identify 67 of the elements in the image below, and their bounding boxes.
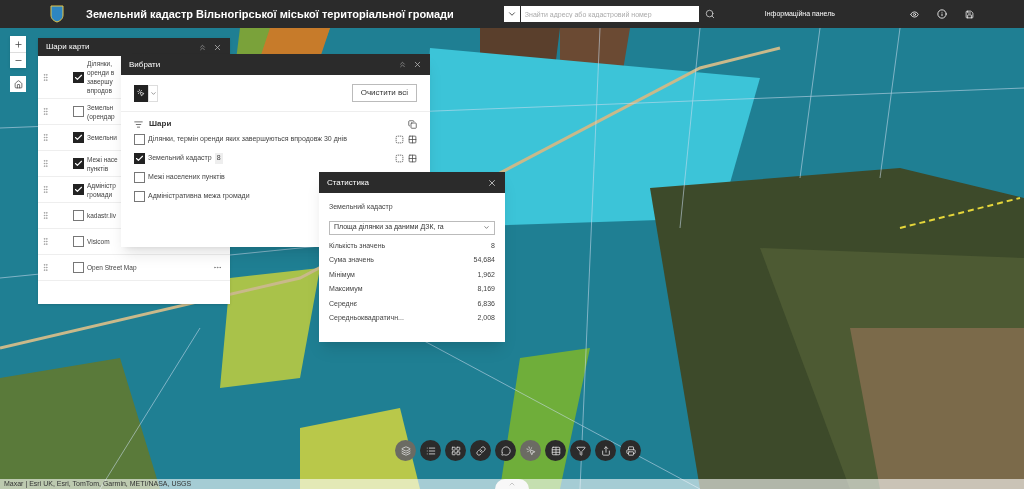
checkbox[interactable] (73, 184, 84, 195)
drag-handle-icon[interactable] (41, 133, 50, 142)
chevron-down-icon (149, 89, 157, 97)
home-icon (13, 79, 23, 89)
drag-handle-icon[interactable] (41, 107, 50, 116)
panel-title: Статистика (327, 176, 369, 189)
toolbar-icon (500, 445, 511, 456)
checkbox[interactable] (73, 106, 84, 117)
panel-title: Вибрати (129, 58, 161, 71)
checkbox[interactable] (134, 134, 145, 145)
grid-icon[interactable] (408, 154, 417, 163)
close-icon[interactable] (413, 60, 422, 69)
toolbar-icon (575, 445, 586, 456)
home-button[interactable] (10, 76, 26, 92)
chevron-down-icon (483, 224, 490, 231)
pointer-click-icon (137, 89, 145, 97)
chevron-up-icon (508, 480, 516, 488)
close-icon[interactable] (213, 42, 222, 52)
info-icon[interactable] (937, 9, 947, 19)
chevron-down-icon (506, 9, 517, 19)
check-icon (135, 154, 144, 163)
toolbar-icon (625, 445, 636, 456)
drag-handle-icon[interactable] (41, 237, 50, 246)
drag-handle-icon[interactable] (41, 159, 50, 168)
toolbar-icon (450, 445, 461, 456)
check-icon (74, 159, 83, 168)
checkbox[interactable] (73, 210, 84, 221)
checkbox[interactable] (73, 262, 84, 273)
collapse-icon[interactable] (198, 42, 207, 52)
coat-of-arms-icon (50, 5, 64, 23)
clear-selection-icon[interactable] (395, 154, 404, 163)
toolbar-icon (525, 445, 536, 456)
toolbar-icon (425, 445, 436, 456)
grid-icon[interactable] (408, 135, 417, 144)
check-icon (74, 185, 83, 194)
checkbox[interactable] (73, 236, 84, 247)
plus-icon (13, 39, 23, 49)
checkbox[interactable] (73, 158, 84, 169)
check-icon (74, 72, 83, 82)
drag-handle-icon[interactable] (41, 211, 50, 220)
panel-title: Шари карти (46, 41, 90, 53)
section-heading: Шари (149, 118, 172, 130)
eye-icon[interactable] (910, 9, 919, 19)
toolbar-icon (600, 445, 611, 456)
app-title: Земельний кадастр Вільногірської міської територіальної громади (86, 6, 454, 22)
drag-handle-icon[interactable] (41, 72, 50, 82)
checkbox[interactable] (134, 191, 145, 202)
collapse-icon[interactable] (398, 60, 407, 69)
drag-handle-icon[interactable] (41, 185, 50, 194)
search-source-dropdown[interactable] (503, 6, 520, 22)
toolbar-icon (400, 445, 411, 456)
drag-handle-icon[interactable] (41, 263, 50, 272)
close-icon[interactable] (487, 177, 497, 188)
checkbox[interactable] (134, 172, 145, 183)
check-icon (74, 133, 83, 142)
clear-selection-icon[interactable] (395, 135, 404, 144)
more-icon[interactable] (213, 263, 222, 272)
checkbox[interactable] (134, 153, 145, 164)
clear-all-button[interactable]: Очистити всі (351, 84, 417, 102)
select-tool-button[interactable] (134, 84, 148, 102)
save-icon[interactable] (965, 9, 974, 19)
checkbox[interactable] (73, 71, 84, 83)
search-icon[interactable] (704, 9, 715, 19)
checkbox[interactable] (73, 132, 84, 143)
toolbar-icon (475, 445, 486, 456)
toolbar-icon (550, 445, 561, 456)
copy-icon[interactable] (408, 119, 417, 129)
